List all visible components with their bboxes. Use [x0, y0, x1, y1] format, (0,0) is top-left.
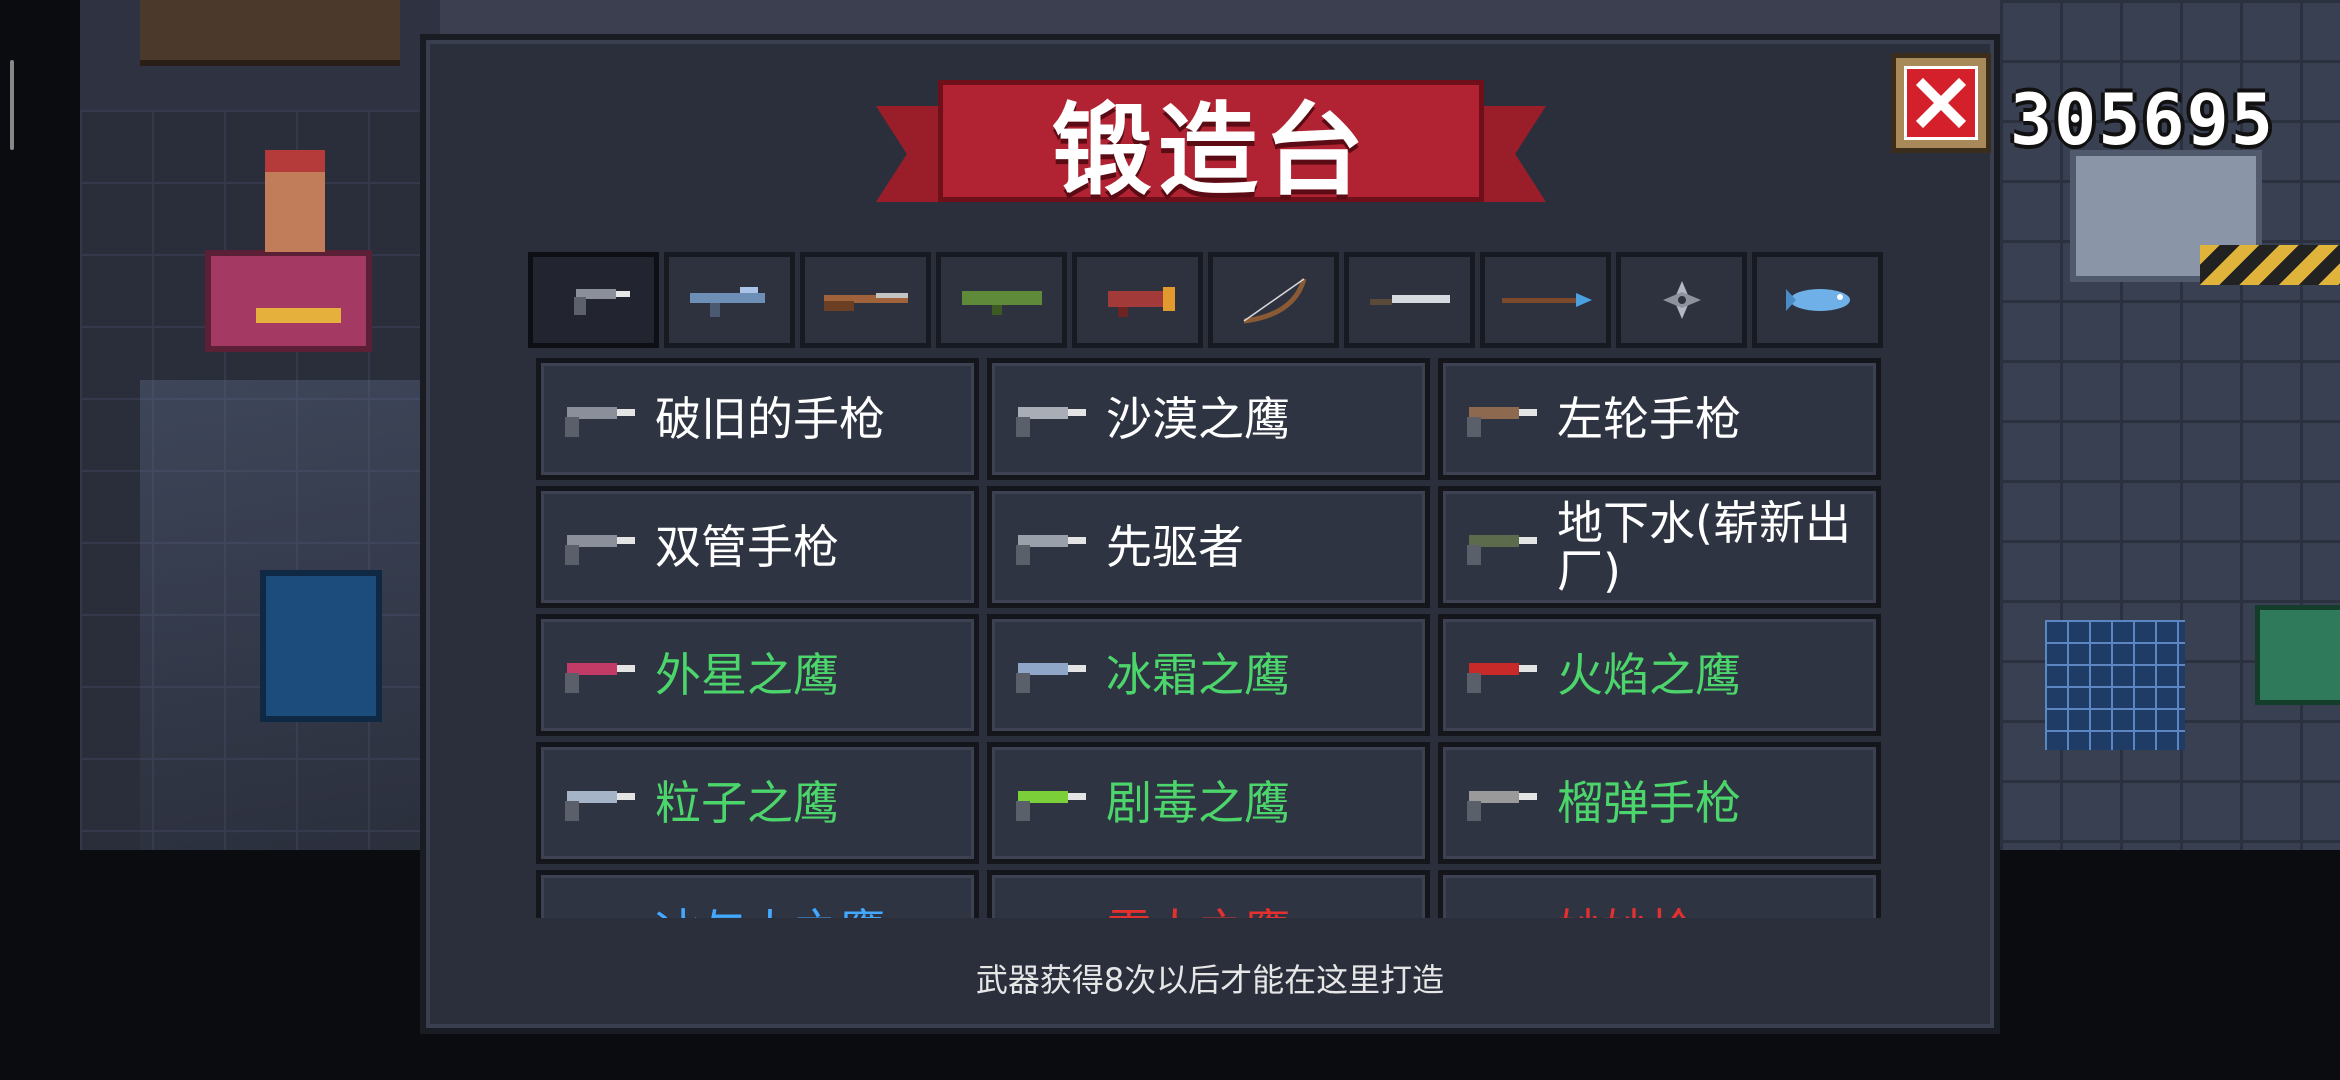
launcher-icon [961, 291, 1042, 315]
blue-crate [260, 570, 382, 722]
tab-laser[interactable] [1072, 252, 1203, 348]
weapon-icon [565, 535, 635, 565]
hazard-stripe [2200, 245, 2340, 285]
blueprint-board [2045, 620, 2185, 750]
weapon-item[interactable]: 地下水(崭新出厂) [1438, 486, 1881, 608]
forge-panel: 锻造台 破旧的手枪 沙漠之鹰 左轮手枪 双管手枪 先驱者 地下水(崭新出厂) 外… [420, 34, 2000, 1034]
weapon-name: 左轮手枪 [1557, 392, 1741, 446]
weapon-item[interactable]: 左轮手枪 [1438, 358, 1881, 480]
title-ribbon: 锻造台 [876, 70, 1546, 210]
spear-icon [1501, 293, 1592, 307]
weapon-icon [1016, 407, 1086, 437]
weapon-item[interactable]: 妙妙枪 [1438, 870, 1881, 918]
npc-desk [205, 250, 372, 352]
tab-pistol[interactable] [528, 252, 659, 348]
tab-melee[interactable] [1344, 252, 1475, 348]
weapon-item[interactable]: 破旧的手枪 [536, 358, 979, 480]
weapon-name: 冰与火之鹰 [655, 907, 885, 918]
bow-icon [1243, 278, 1306, 324]
green-terminal [2255, 605, 2340, 705]
weapon-icon [1016, 663, 1086, 693]
weapon-name: 冰霜之鹰 [1106, 648, 1290, 702]
weapon-item[interactable]: 冰霜之鹰 [987, 614, 1430, 736]
laser-icon [1107, 287, 1175, 317]
tab-throwing[interactable] [1616, 252, 1747, 348]
weapon-name: 妙妙枪 [1557, 907, 1695, 918]
panel-title: 锻造台 [1052, 91, 1370, 209]
weapon-row: 粒子之鹰 剧毒之鹰 榴弹手枪 [536, 742, 1882, 864]
rifle-icon [689, 287, 765, 317]
weapon-icon [1467, 535, 1537, 565]
weapon-icon [553, 907, 641, 918]
weapon-name: 剧毒之鹰 [1106, 776, 1290, 830]
tab-shotgun[interactable] [800, 252, 931, 348]
npc-character [265, 150, 325, 252]
weapon-icon [1016, 535, 1086, 565]
weapon-icon [1455, 907, 1543, 918]
weapon-icon [1467, 791, 1537, 821]
tab-launcher[interactable] [936, 252, 1067, 348]
category-tabs [528, 252, 1888, 350]
weapon-row: 外星之鹰 冰霜之鹰 火焰之鹰 [536, 614, 1882, 736]
weapon-row: 冰与火之鹰 雷人之鹰 妙妙枪 [536, 870, 1882, 918]
weapon-item[interactable]: 榴弹手枪 [1438, 742, 1881, 864]
close-button[interactable] [1891, 53, 1991, 153]
weapon-row: 双管手枪 先驱者 地下水(崭新出厂) [536, 486, 1882, 608]
weapon-name: 雷人之鹰 [1106, 907, 1290, 918]
weapon-row: 破旧的手枪 沙漠之鹰 左轮手枪 [536, 358, 1882, 480]
weapon-name: 火焰之鹰 [1557, 648, 1741, 702]
weapon-name: 破旧的手枪 [655, 392, 885, 446]
weapon-icon [1016, 791, 1086, 821]
tab-rifle[interactable] [664, 252, 795, 348]
tab-other[interactable] [1752, 252, 1883, 348]
fish-icon [1785, 289, 1850, 311]
weapon-icon [1467, 407, 1537, 437]
weapon-item[interactable]: 雷人之鹰 [987, 870, 1430, 918]
weapon-name: 先驱者 [1106, 520, 1244, 574]
tab-spear[interactable] [1480, 252, 1611, 348]
forge-hint: 武器获得8次以后才能在这里打造 [975, 961, 1445, 999]
weapon-name: 沙漠之鹰 [1106, 392, 1290, 446]
coin-counter: 305695 [2010, 79, 2275, 161]
weapon-item[interactable]: 粒子之鹰 [536, 742, 979, 864]
weapon-name: 双管手枪 [655, 520, 839, 574]
weapon-item[interactable]: 剧毒之鹰 [987, 742, 1430, 864]
shotgun-icon [823, 293, 908, 311]
weapon-item[interactable]: 冰与火之鹰 [536, 870, 979, 918]
shuriken-icon [1662, 281, 1701, 319]
pistol-icon [573, 289, 630, 315]
weapon-item[interactable]: 先驱者 [987, 486, 1430, 608]
weapon-list[interactable]: 破旧的手枪 沙漠之鹰 左轮手枪双管手枪 先驱者 地下水(崭新出厂) 外星之鹰 冰霜之鹰 火焰之… [536, 358, 1882, 918]
weapon-icon [1004, 907, 1092, 918]
weapon-item[interactable]: 火焰之鹰 [1438, 614, 1881, 736]
weapon-icon [565, 791, 635, 821]
close-icon [1915, 77, 1967, 129]
tab-bow[interactable] [1208, 252, 1339, 348]
weapon-item[interactable]: 双管手枪 [536, 486, 979, 608]
sword-icon [1369, 295, 1450, 305]
weapon-icon [565, 407, 635, 437]
weapon-name: 榴弹手枪 [1557, 776, 1741, 830]
weapon-item[interactable]: 外星之鹰 [536, 614, 979, 736]
shelf [140, 0, 400, 66]
weapon-name: 外星之鹰 [655, 648, 839, 702]
weapon-name: 粒子之鹰 [655, 776, 839, 830]
weapon-icon [565, 663, 635, 693]
weapon-item[interactable]: 沙漠之鹰 [987, 358, 1430, 480]
weapon-icon [1467, 663, 1537, 693]
weapon-name: 地下水(崭新出厂) [1557, 496, 1851, 598]
